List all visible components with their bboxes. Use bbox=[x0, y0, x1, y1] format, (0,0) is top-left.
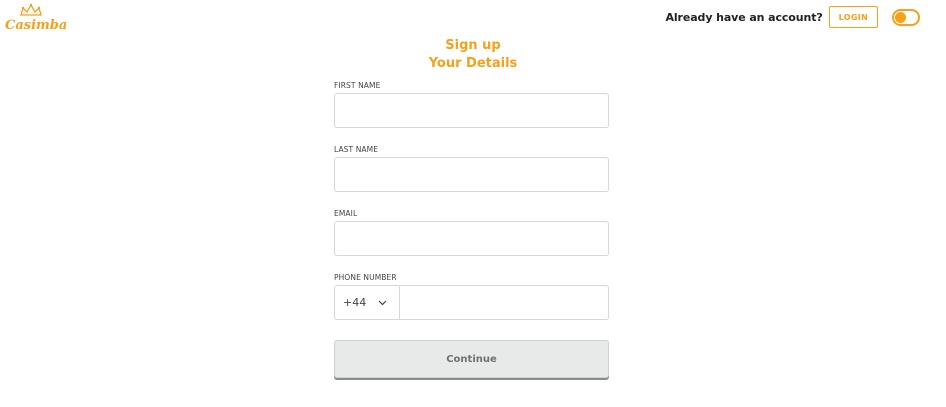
page-subtitle: Your Details bbox=[428, 56, 518, 71]
chevron-down-icon bbox=[378, 300, 387, 306]
account-prompt-text: Already have an account? bbox=[665, 10, 823, 24]
country-code-select[interactable]: +44 bbox=[335, 286, 400, 319]
continue-button[interactable]: Continue bbox=[334, 340, 609, 378]
first-name-input[interactable] bbox=[334, 93, 609, 128]
email-label: EMAIL bbox=[334, 209, 358, 218]
phone-number-label: PHONE NUMBER bbox=[334, 273, 397, 282]
last-name-input[interactable] bbox=[334, 157, 609, 192]
page-title: Sign up bbox=[445, 38, 501, 53]
crown-logo-icon: Casimba bbox=[5, 3, 66, 33]
header-actions: Already have an account? LOGIN bbox=[665, 6, 920, 28]
email-input[interactable] bbox=[334, 221, 609, 256]
logo-wordmark: Casimba bbox=[5, 18, 66, 33]
login-button[interactable]: LOGIN bbox=[828, 6, 878, 28]
toggle-knob bbox=[895, 11, 906, 23]
signup-page: Casimba Already have an account? LOGIN S… bbox=[0, 0, 946, 407]
theme-toggle-icon[interactable] bbox=[892, 8, 920, 26]
phone-number-input[interactable] bbox=[400, 286, 608, 319]
signup-form: FIRST NAME LAST NAME EMAIL PHONE NUMBER … bbox=[334, 80, 609, 378]
first-name-label: FIRST NAME bbox=[334, 81, 381, 90]
email-field-group: EMAIL bbox=[334, 208, 609, 272]
last-name-field-group: LAST NAME bbox=[334, 144, 609, 208]
casimba-logo[interactable]: Casimba bbox=[4, 2, 66, 34]
phone-field-group: PHONE NUMBER +44 bbox=[334, 272, 609, 336]
phone-input-row: +44 bbox=[334, 285, 609, 320]
first-name-field-group: FIRST NAME bbox=[334, 80, 609, 144]
last-name-label: LAST NAME bbox=[334, 145, 379, 154]
country-code-value: +44 bbox=[343, 296, 367, 309]
